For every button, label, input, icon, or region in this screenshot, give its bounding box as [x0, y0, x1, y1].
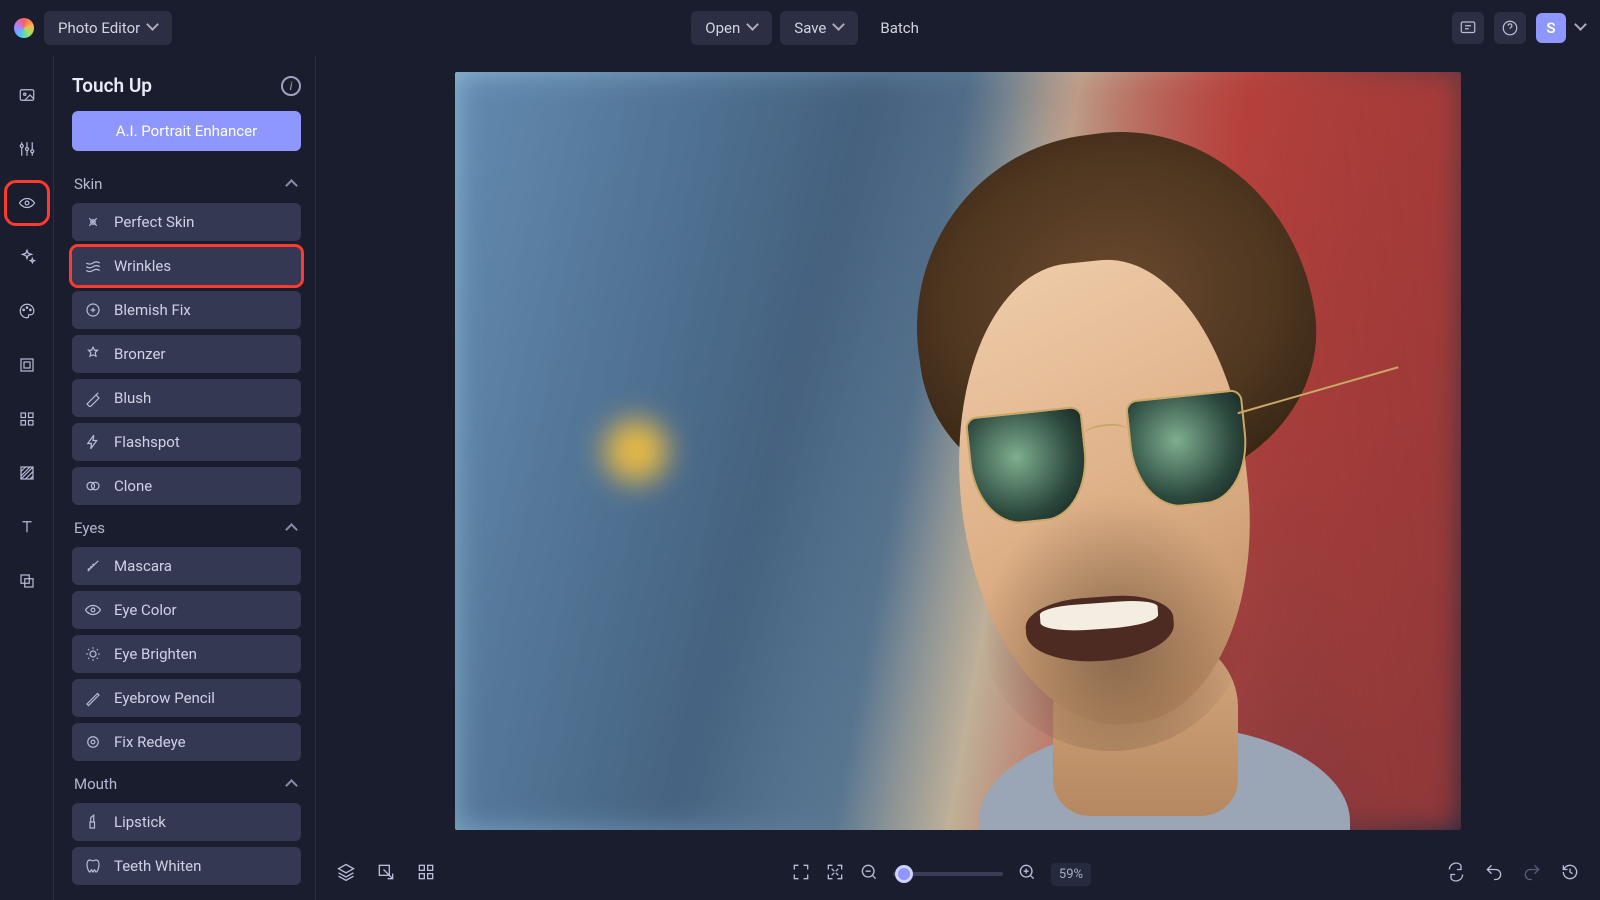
feedback-icon[interactable] [1452, 12, 1484, 44]
history-icon[interactable] [1560, 862, 1580, 886]
mode-selector[interactable]: Photo Editor [44, 11, 172, 45]
chevron-up-icon [287, 179, 297, 189]
section-head-mouth[interactable]: Mouth [72, 767, 301, 803]
tool-perfect-skin[interactable]: Perfect Skin [72, 203, 301, 241]
section-head-misc[interactable]: Miscellaneous [72, 891, 301, 900]
tool-label: Eye Color [114, 601, 177, 619]
tool-mascara[interactable]: Mascara [72, 547, 301, 585]
chevron-up-icon [287, 779, 297, 789]
section-head-eyes[interactable]: Eyes [72, 511, 301, 547]
tool-label: Teeth Whiten [114, 857, 201, 875]
undo-icon[interactable] [1484, 862, 1504, 886]
save-button[interactable]: Save [780, 11, 858, 45]
rail-sliders-icon[interactable] [12, 134, 42, 164]
touchup-panel: Touch Up i A.I. Portrait Enhancer Skin P… [54, 56, 316, 900]
tool-label: Flashspot [114, 433, 180, 451]
tool-fix-redeye[interactable]: Fix Redeye [72, 723, 301, 761]
save-button-label: Save [794, 19, 826, 37]
rail-overlay-icon[interactable] [12, 566, 42, 596]
chevron-down-icon [834, 23, 844, 33]
mode-selector-label: Photo Editor [58, 19, 140, 37]
rail-text-icon[interactable] [12, 512, 42, 542]
tool-label: Bronzer [114, 345, 165, 363]
bottom-bar: 59% [316, 848, 1600, 900]
section-title: Skin [74, 175, 102, 193]
popout-icon[interactable] [376, 862, 396, 886]
avatar-letter: S [1546, 19, 1555, 37]
batch-button-label: Batch [880, 19, 919, 37]
tool-blemish-fix[interactable]: Blemish Fix [72, 291, 301, 329]
section-skin: Skin Perfect Skin Wrinkles Blemish Fix B… [72, 167, 301, 505]
zoom-percent[interactable]: 59% [1051, 863, 1091, 886]
top-bar: Photo Editor Open Save Batch S [0, 0, 1600, 56]
tool-clone[interactable]: Clone [72, 467, 301, 505]
canvas[interactable] [316, 56, 1600, 848]
zoom-slider[interactable] [893, 872, 1003, 876]
chevron-down-icon [748, 23, 758, 33]
chevron-down-icon [148, 23, 158, 33]
tool-lipstick[interactable]: Lipstick [72, 803, 301, 841]
info-icon[interactable]: i [281, 76, 301, 96]
compare-icon[interactable] [1446, 862, 1466, 886]
rail-palette-icon[interactable] [12, 296, 42, 326]
fullscreen-icon[interactable] [791, 862, 811, 886]
tool-label: Lipstick [114, 813, 166, 831]
open-button-label: Open [705, 19, 740, 37]
fit-screen-icon[interactable] [825, 862, 845, 886]
layers-icon[interactable] [336, 862, 356, 886]
tool-bronzer[interactable]: Bronzer [72, 335, 301, 373]
tool-label: Wrinkles [114, 257, 171, 275]
tool-blush[interactable]: Blush [72, 379, 301, 417]
avatar[interactable]: S [1536, 13, 1566, 43]
rail-touchup-eye-icon[interactable] [12, 188, 42, 218]
batch-button[interactable]: Batch [866, 11, 933, 45]
help-icon[interactable] [1494, 12, 1526, 44]
section-misc: Miscellaneous Hair Color [72, 891, 301, 900]
tool-teeth-whiten[interactable]: Teeth Whiten [72, 847, 301, 885]
tool-label: Mascara [114, 557, 172, 575]
app-logo [14, 18, 34, 38]
ai-portrait-enhancer-button[interactable]: A.I. Portrait Enhancer [72, 111, 301, 151]
tool-label: Blush [114, 389, 151, 407]
tool-flashspot[interactable]: Flashspot [72, 423, 301, 461]
tool-label: Eyebrow Pencil [114, 689, 215, 707]
tool-label: Perfect Skin [114, 213, 194, 231]
section-eyes: Eyes Mascara Eye Color Eye Brighten Eyeb… [72, 511, 301, 761]
panel-title: Touch Up [72, 74, 152, 97]
tool-eye-brighten[interactable]: Eye Brighten [72, 635, 301, 673]
redo-icon[interactable] [1522, 862, 1542, 886]
section-title: Eyes [74, 519, 105, 537]
section-mouth: Mouth Lipstick Teeth Whiten [72, 767, 301, 885]
rail-sparkles-icon[interactable] [12, 242, 42, 272]
chevron-down-icon[interactable] [1576, 23, 1586, 33]
open-button[interactable]: Open [691, 11, 772, 45]
zoom-in-icon[interactable] [1017, 862, 1037, 886]
section-title: Mouth [74, 775, 117, 793]
canvas-area: 59% [316, 56, 1600, 900]
tool-label: Eye Brighten [114, 645, 197, 663]
tool-label: Blemish Fix [114, 301, 191, 319]
ai-button-label: A.I. Portrait Enhancer [116, 122, 257, 140]
tool-label: Fix Redeye [114, 733, 186, 751]
rail-texture-icon[interactable] [12, 458, 42, 488]
grid-view-icon[interactable] [416, 862, 436, 886]
chevron-up-icon [287, 523, 297, 533]
zoom-slider-thumb[interactable] [895, 865, 913, 883]
tool-wrinkles[interactable]: Wrinkles [72, 247, 301, 285]
tool-rail [0, 56, 54, 900]
tool-eyebrow-pencil[interactable]: Eyebrow Pencil [72, 679, 301, 717]
rail-grid-icon[interactable] [12, 404, 42, 434]
rail-image-icon[interactable] [12, 80, 42, 110]
section-head-skin[interactable]: Skin [72, 167, 301, 203]
tool-eye-color[interactable]: Eye Color [72, 591, 301, 629]
rail-frame-icon[interactable] [12, 350, 42, 380]
zoom-out-icon[interactable] [859, 862, 879, 886]
tool-label: Clone [114, 477, 152, 495]
photo-preview [455, 72, 1461, 830]
